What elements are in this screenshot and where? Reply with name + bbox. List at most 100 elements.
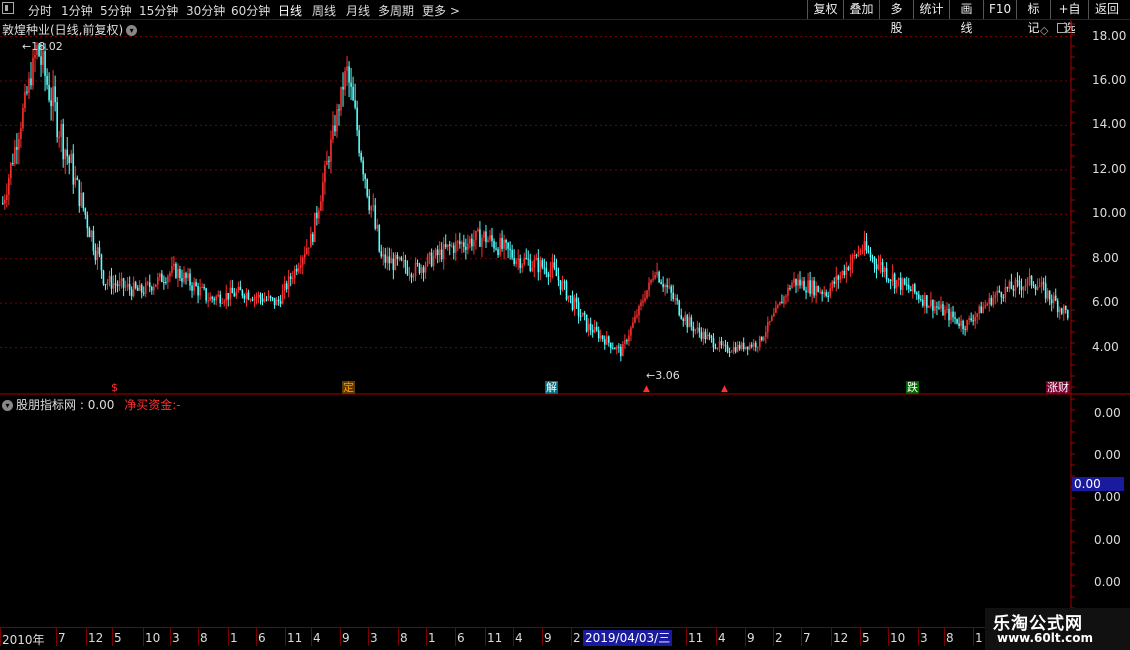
candle [303, 246, 306, 265]
toolbar-button-2[interactable]: 叠加 [843, 0, 879, 19]
candle [672, 284, 674, 302]
candle [835, 266, 838, 292]
candle [1066, 309, 1069, 321]
candle [527, 250, 530, 266]
date-tick [311, 628, 312, 646]
candle [662, 276, 664, 292]
candle [310, 226, 312, 248]
price-chart-frame [0, 20, 1130, 395]
candle [374, 198, 377, 231]
candle [299, 255, 302, 274]
toolbar-button-1[interactable]: 复权 [807, 0, 843, 19]
candle [277, 295, 280, 306]
date-tick-label: 11 [487, 631, 503, 645]
toolbar-button-5[interactable]: 画线 [949, 0, 983, 35]
menu-icon[interactable] [2, 2, 14, 14]
date-tick [228, 628, 229, 646]
indicator-y-tick: 0.00 [1094, 448, 1121, 462]
candle [529, 253, 532, 273]
tab-11[interactable]: 更多 > [422, 2, 460, 19]
indicator-y-tick: 0.00 [1094, 575, 1121, 589]
candle [966, 319, 968, 333]
event-tag[interactable]: 涨财 [1046, 381, 1070, 394]
date-tick [773, 628, 774, 646]
date-tick [686, 628, 687, 646]
candle [1056, 298, 1059, 318]
toolbar-button-8[interactable]: +自选 [1050, 0, 1088, 35]
date-tick [745, 628, 746, 646]
event-tag[interactable]: 定 [342, 381, 355, 394]
tab-9[interactable]: 月线 [346, 2, 370, 19]
candle [958, 317, 960, 329]
toolbar-button-6[interactable]: F10 [983, 0, 1016, 19]
indicator-panel[interactable] [0, 395, 1130, 625]
diamond-icon[interactable]: ◇ [1040, 24, 1048, 37]
candle [60, 119, 62, 153]
candle [905, 276, 908, 291]
tab-2[interactable]: 1分钟 [61, 2, 93, 19]
tab-7[interactable]: 日线 [278, 2, 302, 19]
candle [390, 248, 393, 264]
candle [1024, 278, 1027, 292]
candle [601, 335, 604, 342]
candle [376, 218, 379, 232]
event-tag[interactable]: 跌 [906, 381, 919, 394]
candle [452, 242, 455, 260]
candle [795, 278, 797, 294]
candle [865, 233, 868, 254]
candle [994, 291, 997, 305]
chevron-down-icon[interactable]: ▾ [126, 25, 138, 36]
candle [511, 244, 513, 261]
candle [1018, 275, 1021, 295]
candle [758, 335, 761, 351]
toolbar-button-9[interactable]: 返回 [1088, 0, 1125, 19]
candle [271, 297, 274, 302]
toolbar-button-7[interactable]: 标记 [1016, 0, 1050, 35]
date-tick-label: 8 [946, 631, 954, 645]
candle [793, 272, 795, 287]
candle [165, 277, 167, 285]
tab-10[interactable]: 多周期 [378, 2, 414, 19]
candle [1028, 268, 1031, 287]
candle [567, 295, 570, 303]
candle [326, 150, 328, 166]
candle [948, 303, 950, 327]
tab-8[interactable]: 周线 [312, 2, 336, 19]
candle [358, 124, 360, 157]
candle [1034, 284, 1037, 296]
toolbar-button-3[interactable]: 多股 [879, 0, 913, 35]
event-tag[interactable]: $ [110, 381, 119, 394]
toolbar-button-4[interactable]: 统计 [913, 0, 949, 19]
candle [587, 318, 590, 337]
tab-3[interactable]: 5分钟 [100, 2, 132, 19]
indicator-grid [1070, 395, 1075, 625]
price-chart[interactable] [0, 20, 1130, 395]
event-tag[interactable]: 解 [545, 381, 558, 394]
candle [382, 247, 385, 266]
candle [680, 308, 683, 320]
candle [400, 256, 403, 262]
window-toggle-icon[interactable] [1057, 23, 1067, 33]
candle [883, 266, 886, 278]
candle [225, 284, 228, 309]
tab-6[interactable]: 60分钟 [231, 2, 270, 19]
tab-5[interactable]: 30分钟 [186, 2, 225, 19]
candle [473, 229, 475, 255]
candle [744, 346, 747, 351]
candle [354, 83, 356, 110]
candle [263, 292, 266, 303]
chevron-down-icon[interactable]: ▾ [2, 400, 13, 411]
candle [1060, 307, 1063, 316]
candle [505, 238, 507, 251]
candle [988, 292, 991, 312]
candle [539, 256, 542, 281]
tab-4[interactable]: 15分钟 [139, 2, 178, 19]
candle [233, 287, 236, 297]
date-tick [944, 628, 945, 646]
tab-1[interactable]: 分时 [28, 2, 52, 19]
date-tick [831, 628, 832, 646]
date-tick-label: 6 [457, 631, 465, 645]
candle [607, 335, 610, 347]
date-tick [0, 628, 1, 646]
candle [718, 336, 721, 353]
